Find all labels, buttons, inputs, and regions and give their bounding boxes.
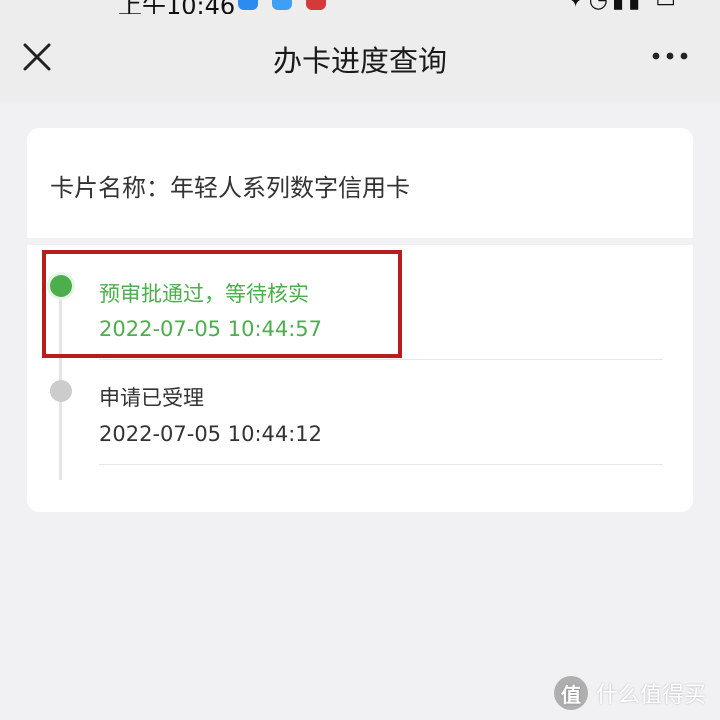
app-notification-icon: [238, 0, 258, 10]
highlight-box: [42, 250, 402, 358]
step-title: 申请已受理: [99, 386, 204, 410]
step-time: 2022-07-05 10:44:12: [99, 422, 323, 446]
watermark-text: 什么值得买: [595, 683, 706, 708]
watermark: 值 什么值得买: [553, 676, 706, 710]
page-title: 办卡进度查询: [272, 44, 447, 78]
signal-battery-icons: ✦◔▮▮ ▭: [566, 0, 680, 13]
more-options-icon[interactable]: [650, 44, 690, 68]
row-divider: [99, 359, 663, 360]
app-notification-icon: [272, 0, 292, 10]
status-bar: 上午10:46 ✦◔▮▮ ▭: [0, 0, 720, 14]
watermark-logo-icon: 值: [553, 676, 588, 710]
status-time: 上午10:46: [118, 0, 236, 14]
row-divider: [99, 464, 663, 465]
app-notification-icon: [306, 0, 326, 10]
nav-bar: 办卡进度查询: [0, 14, 720, 102]
timeline-dot-inactive: [50, 380, 72, 402]
section-divider: [27, 238, 693, 245]
card-name-label: 卡片名称：年轻人系列数字信用卡: [50, 174, 410, 202]
